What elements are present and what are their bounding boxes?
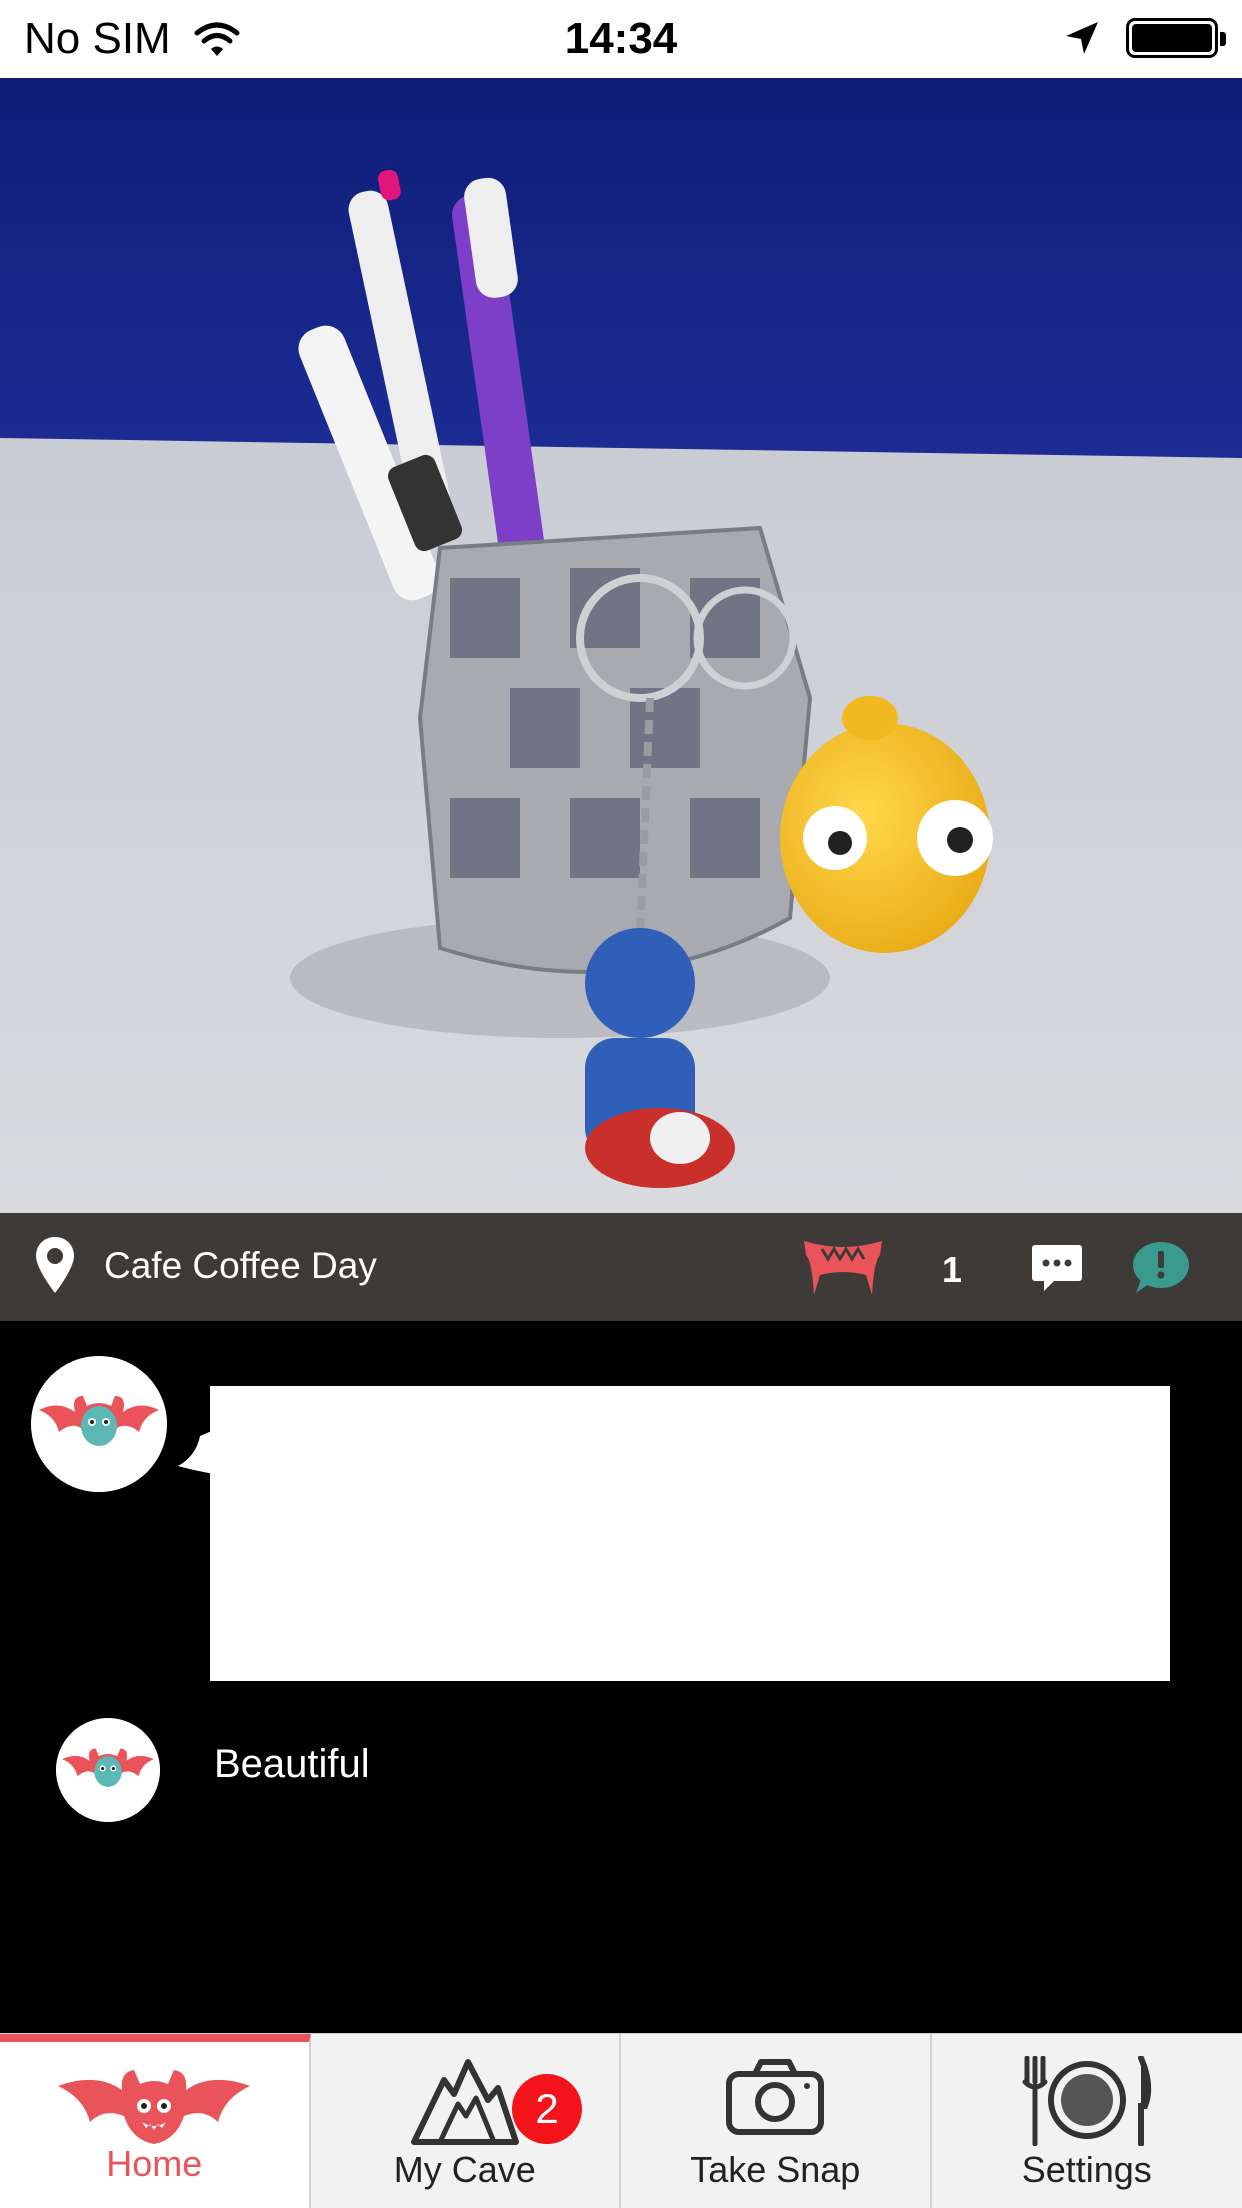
status-right [1064,18,1226,58]
bite-count: 1 [942,1249,963,1290]
location-name[interactable]: Cafe Coffee Day [104,1245,377,1287]
location-arrow-icon [1066,22,1098,54]
tab-bar: Home My Cave Take Snap Settings [0,2033,1242,2208]
tab-settings[interactable]: Settings [932,2034,1242,2208]
comment-icon[interactable] [1030,1243,1084,1293]
bat-logo-icon [31,1356,167,1492]
fangs-icon[interactable] [800,1235,886,1301]
battery-icon [1126,18,1226,58]
commenter-avatar [56,1718,160,1822]
tab-home-label: Home [106,2143,203,2184]
bat-logo-icon [58,2070,251,2144]
photo-image [0,78,1242,1213]
tab-settings-label: Settings [1021,2149,1152,2190]
mountain-icon [410,2059,519,2145]
report-icon[interactable] [1128,1239,1190,1297]
post-photo[interactable] [0,78,1242,1213]
status-bar: No SIM 14:34 [0,0,1242,78]
tab-take-snap-label: Take Snap [690,2149,861,2190]
post-info-bar: Cafe Coffee Day 1 [0,1213,1242,1321]
plate-cutlery-icon [1022,2056,1151,2146]
speech-bubble-tail [178,1430,214,1474]
comment-text: Beautiful [214,1742,370,1786]
camera-icon [726,2059,825,2135]
status-time: 14:34 [564,14,678,63]
my-cave-badge: 2 [512,2074,582,2144]
bat-logo-icon [56,1718,160,1822]
tab-my-cave-label: My Cave [393,2149,536,2190]
tab-take-snap[interactable]: Take Snap [621,2034,932,2208]
location-pin-icon [36,1237,74,1293]
current-user-avatar [31,1356,167,1492]
tab-home[interactable]: Home [0,2034,311,2208]
comment-input[interactable] [210,1386,1170,1681]
